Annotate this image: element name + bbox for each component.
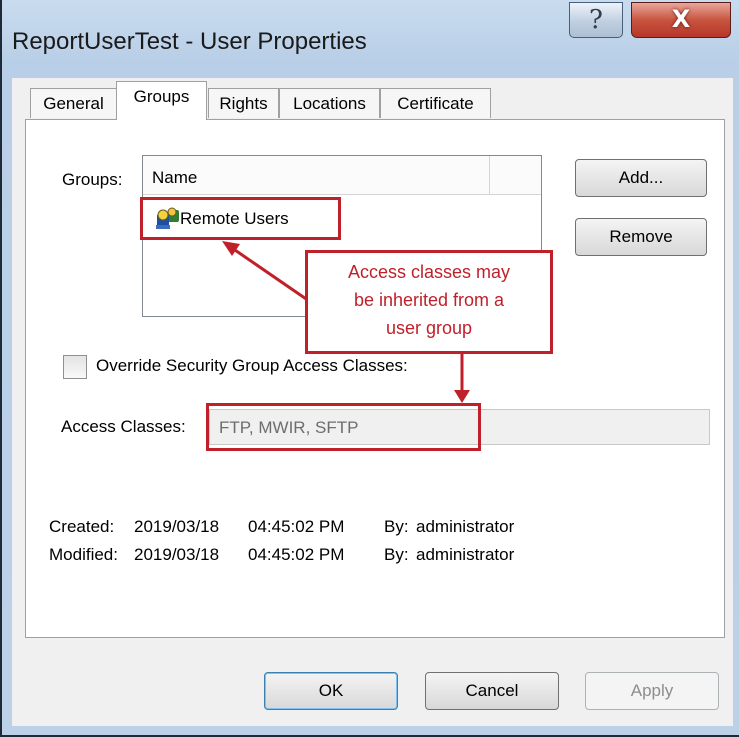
- tab-groups[interactable]: Groups: [116, 81, 207, 120]
- callout-line-2: be inherited from a: [353, 290, 505, 310]
- tab-general[interactable]: General: [30, 88, 117, 118]
- modified-by: administrator: [416, 545, 515, 564]
- annotation-callout: Access classes may be inherited from a u…: [305, 250, 553, 354]
- groups-list-header: Name: [143, 156, 541, 195]
- cancel-button[interactable]: Cancel: [425, 672, 559, 710]
- tab-locations[interactable]: Locations: [279, 88, 380, 118]
- modified-label: Modified:: [49, 545, 118, 564]
- created-date: 2019/03/18: [134, 517, 220, 536]
- tab-certificate[interactable]: Certificate: [380, 88, 491, 118]
- apply-button[interactable]: Apply: [585, 672, 719, 710]
- access-classes-label: Access Classes:: [61, 417, 186, 436]
- access-classes-value: FTP, MWIR, SFTP: [219, 418, 359, 437]
- access-classes-field: FTP, MWIR, SFTP: [209, 409, 710, 445]
- close-icon: X: [671, 5, 691, 33]
- override-label: Override Security Group Access Classes:: [96, 356, 408, 375]
- remove-button[interactable]: Remove: [575, 218, 707, 256]
- tab-rights[interactable]: Rights: [208, 88, 279, 118]
- ok-button[interactable]: OK: [264, 672, 398, 710]
- modified-time: 04:45:02 PM: [248, 545, 345, 564]
- created-label: Created:: [49, 517, 115, 536]
- user-group-icon: [156, 207, 179, 229]
- modified-by-label: By:: [384, 545, 409, 564]
- column-header-name[interactable]: Name: [143, 156, 490, 194]
- created-by: administrator: [416, 517, 515, 536]
- override-checkbox[interactable]: [63, 355, 87, 379]
- close-button[interactable]: X: [631, 2, 731, 38]
- window-title: ReportUserTest - User Properties: [12, 28, 367, 55]
- add-button[interactable]: Add...: [575, 159, 707, 197]
- callout-line-3: user group: [385, 318, 473, 338]
- callout-line-1: Access classes may: [347, 262, 511, 282]
- help-button[interactable]: ?: [569, 2, 623, 38]
- column-header-label: Name: [152, 168, 198, 187]
- groups-label: Groups:: [62, 170, 123, 189]
- help-icon: ?: [589, 5, 603, 35]
- group-item-remote-users[interactable]: Remote Users: [180, 209, 289, 229]
- created-by-label: By:: [384, 517, 409, 536]
- modified-date: 2019/03/18: [134, 545, 220, 564]
- created-time: 04:45:02 PM: [248, 517, 345, 536]
